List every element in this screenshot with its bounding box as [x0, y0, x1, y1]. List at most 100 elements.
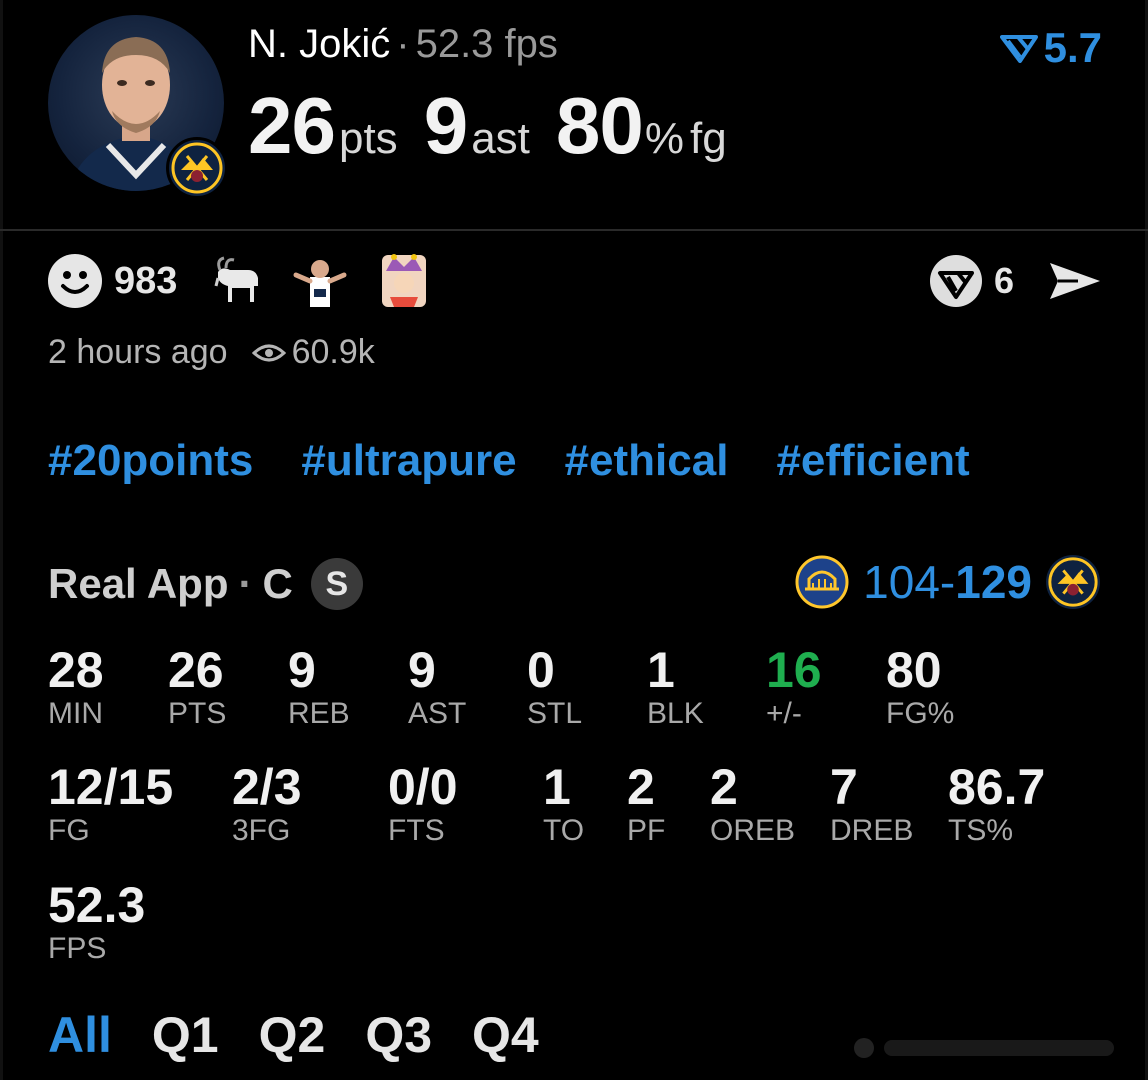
stat-dreb: 7 DREB	[830, 760, 913, 848]
percent-symbol: %	[644, 114, 684, 163]
stat-label: REB	[288, 697, 350, 730]
stat-fg: 12/15 FG	[48, 760, 173, 848]
points-value: 26	[248, 81, 336, 170]
stat-label: STL	[527, 697, 583, 730]
stat-pts: 26 PTS	[168, 643, 226, 731]
stat-value: 7	[830, 759, 858, 815]
score-dash: -	[939, 556, 956, 608]
player-position: C	[262, 560, 293, 607]
player-headline: N. Jokić · 52.3 fps	[248, 22, 558, 67]
smiley-reaction-icon[interactable]	[48, 254, 102, 308]
nuggets-logo-icon	[1046, 555, 1100, 609]
stat-label: OREB	[710, 814, 796, 847]
final-score: 104-129	[863, 555, 1032, 609]
views-value: 60.9k	[291, 333, 375, 371]
player-name[interactable]: N. Jokić	[248, 22, 390, 66]
timestamp: 2 hours ago	[48, 333, 228, 371]
stat-value: 0/0	[388, 759, 458, 815]
watermark-image	[854, 1038, 1114, 1058]
stat-label: PF	[627, 814, 666, 847]
real-coin-icon[interactable]	[928, 253, 984, 309]
share-row: 6	[928, 252, 1102, 310]
stat-fps: 52.3 FPS	[48, 878, 145, 966]
post-meta: 2 hours ago 60.9k	[48, 333, 375, 372]
tab-all[interactable]: All	[48, 1006, 112, 1064]
stat-value: 0	[527, 642, 555, 698]
stat-value: 80	[886, 642, 942, 698]
stat-stl: 0 STL	[527, 643, 582, 731]
hashtag-link[interactable]: #efficient	[776, 436, 969, 486]
stat-value: 52.3	[48, 877, 146, 933]
hashtag-link[interactable]: #ultrapure	[301, 436, 516, 486]
stat-label: AST	[408, 697, 467, 730]
reactions-row: 983	[48, 252, 459, 310]
stat-oreb: 2 OREB	[710, 760, 795, 848]
stat-pf: 2 PF	[627, 760, 665, 848]
stat-value: 9	[288, 642, 316, 698]
assists-value: 9	[423, 81, 468, 170]
stat-label: 3FG	[232, 814, 291, 847]
real-logo-icon	[999, 35, 1038, 63]
stat-blk: 1 BLK	[647, 643, 704, 731]
headline-stats: 26pts 9ast 80% fg	[248, 80, 753, 172]
away-score: 104	[863, 556, 940, 608]
stat-value: 86.7	[948, 759, 1046, 815]
stat-value: 2	[627, 759, 655, 815]
assists-unit: ast	[471, 114, 530, 163]
quarter-tabs: All Q1 Q2 Q3 Q4	[48, 1006, 539, 1064]
stat-label: FG	[48, 814, 90, 847]
stat-fg-pct: 80 FG%	[886, 643, 954, 731]
tab-q1[interactable]: Q1	[152, 1006, 219, 1064]
fps-summary: 52.3 fps	[415, 22, 558, 66]
nuggets-logo-icon	[166, 137, 228, 199]
goat-emoji-icon[interactable]	[207, 252, 265, 310]
separator-dot: ·	[396, 22, 410, 66]
stat-value: 26	[168, 642, 224, 698]
stat-value: 28	[48, 642, 104, 698]
stat-label: FPS	[48, 932, 107, 965]
stat-3fg: 2/3 3FG	[232, 760, 302, 848]
stat-label: BLK	[647, 697, 704, 730]
share-count: 6	[993, 260, 1014, 301]
fg-unit: fg	[690, 114, 727, 163]
send-icon[interactable]	[1048, 259, 1102, 303]
stat-label: PTS	[168, 697, 227, 730]
tab-q4[interactable]: Q4	[472, 1006, 539, 1064]
hashtag-list: #20points #ultrapure #ethical #efficient	[48, 436, 970, 486]
separator-dot: ·	[238, 560, 253, 607]
stat-value: 1	[543, 759, 571, 815]
eye-icon	[251, 344, 286, 361]
stat-label: DREB	[830, 814, 914, 847]
stat-ts-pct: 86.7 TS%	[948, 760, 1045, 848]
stat-value: 12/15	[48, 759, 174, 815]
rating-value: 5.7	[1043, 24, 1102, 71]
stat-value: 1	[647, 642, 675, 698]
tab-q2[interactable]: Q2	[259, 1006, 326, 1064]
hashtag-link[interactable]: #20points	[48, 436, 253, 486]
game-score[interactable]: 104-129	[795, 555, 1100, 609]
stat-fts: 0/0 FTS	[388, 760, 458, 848]
stat-label: FTS	[388, 814, 445, 847]
view-count: 60.9k	[251, 333, 375, 372]
stat-label: TO	[543, 814, 585, 847]
stat-label: +/-	[766, 697, 802, 730]
stat-value: 2/3	[232, 759, 302, 815]
stat-value: 9	[408, 642, 436, 698]
source-app[interactable]: Real App	[48, 560, 228, 608]
hashtag-link[interactable]: #ethical	[565, 436, 729, 486]
tab-q3[interactable]: Q3	[365, 1006, 432, 1064]
player-shrug-emoji-icon[interactable]	[291, 252, 349, 310]
warriors-logo-icon	[795, 555, 849, 609]
header-divider	[0, 229, 1148, 231]
stat-min: 28 MIN	[48, 643, 104, 731]
stat-reb: 9 REB	[288, 643, 350, 731]
rating-badge[interactable]: 5.7	[999, 24, 1102, 72]
reaction-count: 983	[114, 259, 178, 302]
stat-ast: 9 AST	[408, 643, 466, 731]
stat-label: FG%	[886, 697, 955, 730]
stat-label: MIN	[48, 697, 103, 730]
fg-pct-value: 80	[555, 81, 644, 170]
stat-to: 1 TO	[543, 760, 584, 848]
jester-emoji-icon[interactable]	[375, 252, 433, 310]
stat-value: 2	[710, 759, 738, 815]
